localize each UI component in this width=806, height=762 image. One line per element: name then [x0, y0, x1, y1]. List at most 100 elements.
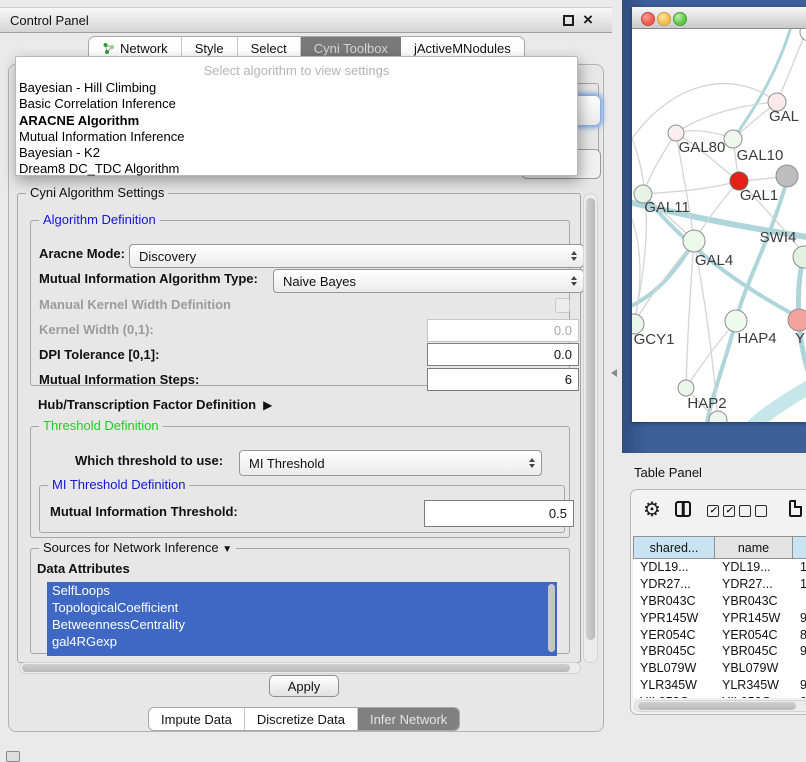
sources-title-expander[interactable]: Sources for Network Inference ▼: [39, 540, 236, 555]
aracne-mode-value: Discovery: [139, 249, 196, 264]
panel-divider-handle[interactable]: [611, 369, 617, 377]
node-label: HAP2: [687, 395, 726, 412]
network-node[interactable]: [709, 411, 727, 422]
algorithm-option-dream8-dc-tdc-algorithm[interactable]: Dream8 DC_TDC Algorithm: [16, 161, 577, 177]
node-label: GAL11: [644, 199, 690, 216]
node-label: GAL: [769, 108, 799, 125]
network-edge[interactable]: [632, 121, 646, 324]
network-node-swi4[interactable]: [793, 246, 806, 268]
network-edge[interactable]: [676, 102, 777, 133]
column-layout-icon[interactable]: [675, 501, 691, 517]
node-label: GAL4: [695, 252, 733, 269]
which-threshold-combobox[interactable]: MI Threshold: [239, 450, 542, 476]
threshold-definition-title: Threshold Definition: [39, 418, 163, 433]
table-cell: 8.: [793, 628, 806, 642]
attribute-item-betweennesscentrality[interactable]: BetweennessCentrality: [47, 616, 557, 633]
table-cell: YDR27...: [715, 577, 793, 591]
kernel-width-value: 0.0: [554, 323, 572, 338]
network-window-titlebar: [632, 7, 806, 29]
table-settings-gear-icon[interactable]: ⚙: [643, 500, 661, 520]
column-header-2[interactable]: [793, 536, 806, 559]
network-edge[interactable]: [643, 181, 739, 194]
table-row[interactable]: YLR345WYLR345W9.: [633, 677, 806, 694]
network-edge[interactable]: [643, 133, 676, 194]
table-cell: YBR045C: [715, 644, 793, 658]
network-edge[interactable]: [752, 384, 806, 422]
hub-definition-expander[interactable]: Hub/Transcription Factor Definition ▶: [38, 397, 272, 412]
table-row[interactable]: YBR045CYBR045C9.: [633, 643, 806, 660]
close-icon[interactable]: ×: [583, 10, 593, 30]
collapsed-panel-icon[interactable]: [6, 751, 20, 762]
network-edge[interactable]: [777, 34, 805, 102]
algorithm-option-aracne-algorithm[interactable]: ARACNE Algorithm: [16, 113, 577, 129]
network-window: GALGAL80GAL10GAL1GAL11SWI4GAL4GCY1HAP4YH…: [632, 7, 806, 422]
mi-steps-value: 6: [565, 372, 572, 387]
attribute-item-topologicalcoefficient[interactable]: TopologicalCoefficient: [47, 599, 557, 616]
aracne-mode-combobox[interactable]: Discovery: [129, 244, 584, 268]
bottom-tab-impute-data[interactable]: Impute Data: [149, 708, 245, 730]
mi-threshold-group: MI Threshold Definition Mutual Informati…: [39, 485, 565, 533]
settings-horizontal-scrollbar[interactable]: [19, 662, 581, 674]
table-cell: YDR27...: [633, 577, 715, 591]
table-cell: 0.: [793, 695, 806, 698]
table-cell: YPR145W: [633, 611, 715, 625]
manual-kernel-checkbox: [555, 298, 570, 313]
apply-button[interactable]: Apply: [269, 675, 339, 697]
network-node-y[interactable]: [788, 309, 806, 331]
deselect-all-columns-icon[interactable]: [739, 505, 771, 520]
network-node-hap2[interactable]: [678, 380, 694, 396]
attribute-item-selfloops[interactable]: SelfLoops: [47, 582, 557, 599]
list-scrollbar-thumb[interactable]: [548, 584, 555, 652]
table-panel: ⚙ ✓✓ shared...name YDL19...YDL19...13YDR…: [630, 489, 806, 715]
zoom-window-icon[interactable]: [673, 12, 687, 26]
table-row[interactable]: YBL079WYBL079W: [633, 660, 806, 677]
algorithm-option-basic-correlation-inference[interactable]: Basic Correlation Inference: [16, 96, 577, 112]
minimize-window-icon[interactable]: [657, 12, 671, 26]
tab-label: Select: [251, 41, 287, 56]
table-cell: YBR043C: [715, 594, 793, 608]
mi-algorithm-type-combobox[interactable]: Naive Bayes: [273, 269, 584, 293]
select-all-columns-icon[interactable]: ✓✓: [707, 505, 739, 520]
scrollbar-thumb[interactable]: [586, 198, 595, 640]
column-header-shared[interactable]: shared...: [633, 536, 715, 559]
attribute-item-gal4rgexp[interactable]: gal4RGexp: [47, 633, 557, 650]
table-row[interactable]: YIL052CYIL052C0.: [633, 693, 806, 698]
control-panel-titlebar: Control Panel ×: [0, 7, 612, 33]
mi-threshold-value: 0.5: [549, 506, 567, 521]
dpi-tolerance-value: 0.0: [554, 347, 572, 362]
network-node-gal4[interactable]: [683, 230, 705, 252]
column-header-name[interactable]: name: [715, 536, 793, 559]
network-edge[interactable]: [632, 241, 694, 309]
data-attributes-label: Data Attributes: [37, 561, 130, 576]
dpi-tolerance-field[interactable]: 0.0: [427, 343, 579, 366]
which-threshold-value: MI Threshold: [249, 456, 325, 471]
network-node[interactable]: [776, 165, 798, 187]
algorithm-option-mutual-information-inference[interactable]: Mutual Information Inference: [16, 129, 577, 145]
scrollbar-thumb[interactable]: [638, 702, 796, 710]
mi-threshold-field[interactable]: 0.5: [424, 500, 574, 527]
table-row[interactable]: YPR145WYPR145W9.: [633, 609, 806, 626]
table-cell: YPR145W: [715, 611, 793, 625]
bottom-tab-discretize-data[interactable]: Discretize Data: [245, 708, 358, 730]
node-label: GAL1: [740, 187, 778, 204]
close-window-icon[interactable]: [641, 12, 655, 26]
stepper-arrows-icon: [529, 455, 535, 471]
table-row[interactable]: YER054CYER054C8.: [633, 626, 806, 643]
new-table-icon[interactable]: [789, 500, 802, 517]
table-row[interactable]: YBR043CYBR043C: [633, 593, 806, 610]
network-node-gal10[interactable]: [724, 130, 742, 148]
table-horizontal-scrollbar[interactable]: [634, 700, 806, 712]
mi-steps-field[interactable]: 6: [427, 368, 579, 391]
settings-vertical-scrollbar[interactable]: [583, 193, 598, 663]
bottom-tab-infer-network[interactable]: Infer Network: [358, 708, 459, 730]
network-edge[interactable]: [686, 241, 694, 388]
scrollbar-thumb[interactable]: [22, 664, 570, 672]
algorithm-option-bayesian-hill-climbing[interactable]: Bayesian - Hill Climbing: [16, 80, 577, 96]
table-row[interactable]: YDR27...YDR27...12: [633, 576, 806, 593]
table-row[interactable]: YDL19...YDL19...13: [633, 559, 806, 576]
network-node-hap4[interactable]: [725, 310, 747, 332]
network-node[interactable]: [800, 29, 806, 41]
table-cell: YER054C: [715, 628, 793, 642]
algorithm-option-bayesian-k2[interactable]: Bayesian - K2: [16, 145, 577, 161]
float-window-icon[interactable]: [563, 15, 574, 26]
